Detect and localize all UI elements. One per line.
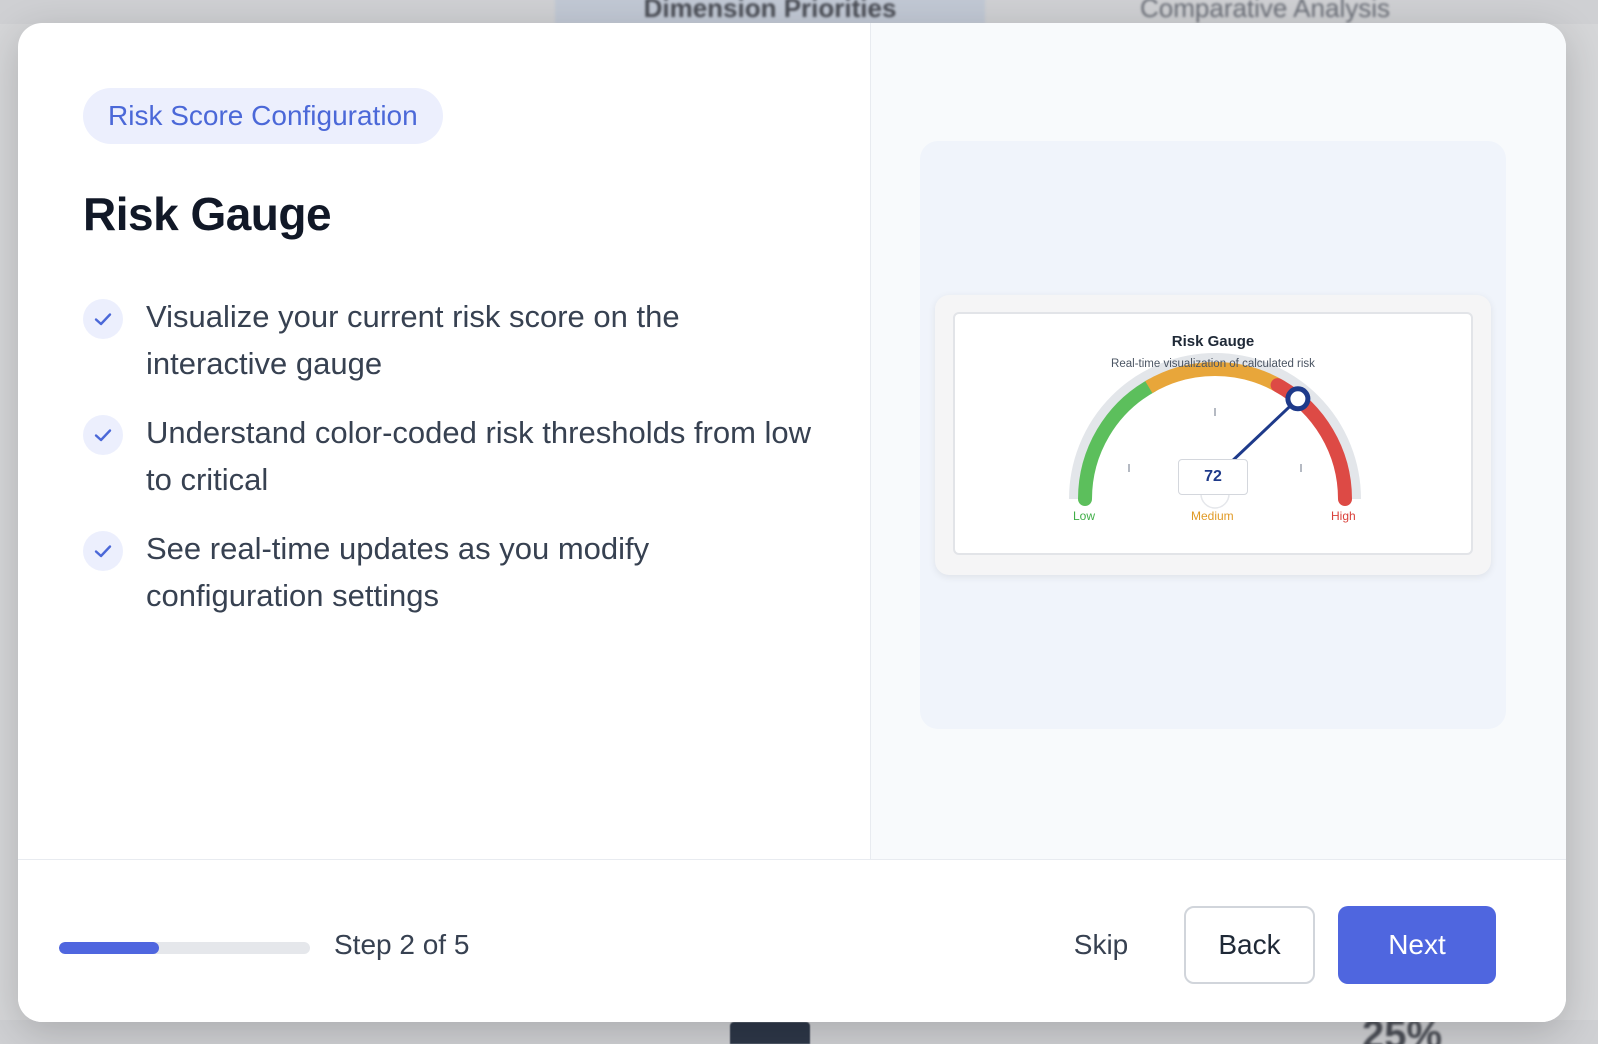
gauge-label-low: Low	[1073, 509, 1096, 523]
gauge-subtitle: Real-time visualization of calculated ri…	[1111, 358, 1315, 370]
gauge-preview: Risk Gauge Real-time visualization of ca…	[953, 312, 1473, 555]
gauge-needle	[1227, 397, 1300, 466]
gauge-zone-low	[1078, 378, 1160, 506]
section-badge: Risk Score Configuration	[83, 88, 443, 144]
feature-text: Visualize your current risk score on the…	[146, 299, 680, 381]
feature-list: Visualize your current risk score on the…	[83, 293, 823, 641]
feature-item: Visualize your current risk score on the…	[83, 293, 823, 387]
check-icon	[83, 415, 123, 455]
progress-fill	[59, 942, 160, 954]
preview-card: Risk Gauge Real-time visualization of ca…	[935, 295, 1491, 575]
gauge-label-high: High	[1331, 509, 1356, 523]
progress-bar	[59, 942, 310, 954]
gauge-value: 72	[1178, 459, 1248, 495]
background-dark-chip	[730, 1022, 810, 1044]
background-tab-dimension-priorities: Dimension Priorities	[555, 0, 985, 24]
preview-pane: Risk Gauge Real-time visualization of ca…	[870, 23, 1566, 859]
modal-content: Risk Score Configuration Risk Gauge Visu…	[18, 23, 870, 859]
check-icon	[83, 531, 123, 571]
feature-text: Understand color-coded risk thresholds f…	[146, 415, 812, 497]
feature-text: See real-time updates as you modify conf…	[146, 531, 650, 613]
gauge-zone-medium	[1145, 362, 1285, 394]
check-icon	[83, 299, 123, 339]
modal-footer: Step 2 of 5 Skip Back Next	[18, 859, 1566, 1022]
back-button[interactable]: Back	[1184, 906, 1315, 984]
background-tabbar: Dimension Priorities Comparative Analysi…	[0, 0, 1598, 24]
gauge-label-medium: Medium	[1191, 509, 1234, 523]
next-button[interactable]: Next	[1338, 906, 1496, 984]
step-indicator: Step 2 of 5	[334, 929, 470, 960]
background-tab-comparative-analysis: Comparative Analysis	[1140, 0, 1390, 23]
feature-item: Understand color-coded risk thresholds f…	[83, 409, 823, 503]
skip-button[interactable]: Skip	[1043, 906, 1159, 984]
gauge-needle-knob	[1285, 386, 1311, 412]
feature-item: See real-time updates as you modify conf…	[83, 525, 823, 619]
gauge-title: Risk Gauge	[1171, 333, 1255, 350]
modal-title: Risk Gauge	[83, 188, 332, 240]
onboarding-modal: Risk Score Configuration Risk Gauge Visu…	[18, 23, 1566, 1022]
